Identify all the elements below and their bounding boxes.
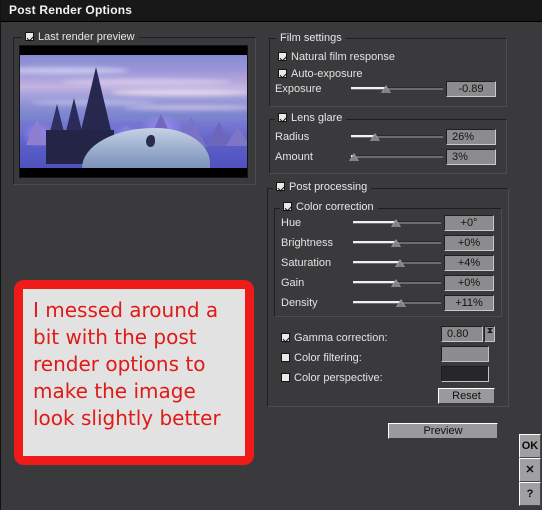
density-value[interactable]: +11% <box>444 295 494 311</box>
preview-foreground-rock-shadow <box>146 135 155 147</box>
natural-film-response-label: Natural film response <box>291 51 395 63</box>
annotation-text: I messed around a bit with the post rend… <box>33 298 221 430</box>
letterbox-bottom <box>20 168 247 177</box>
exposure-label: Exposure <box>275 83 322 95</box>
annotation-callout: I messed around a bit with the post rend… <box>14 280 254 465</box>
hue-label: Hue <box>281 217 302 229</box>
last-render-preview-checkbox[interactable] <box>25 32 34 41</box>
last-render-preview-label: Last render preview <box>38 31 135 43</box>
lens-glare-checkbox[interactable] <box>278 113 287 122</box>
post-render-options-dialog: Post Render Options Last render preview <box>0 0 542 510</box>
last-render-preview-header[interactable]: Last render preview <box>22 30 139 44</box>
preview-button[interactable]: Preview <box>388 423 498 439</box>
gain-slider[interactable] <box>353 276 441 288</box>
hue-value[interactable]: +0° <box>444 215 494 231</box>
help-button[interactable]: ? <box>519 482 541 506</box>
saturation-slider[interactable] <box>353 256 441 268</box>
gain-slider-thumb[interactable] <box>391 279 401 287</box>
color-filtering-swatch[interactable] <box>441 346 489 362</box>
brightness-slider-fill <box>353 241 396 243</box>
color-filtering-row[interactable]: Color filtering: <box>281 348 362 366</box>
lens-glare-label: Lens glare <box>291 112 343 124</box>
brightness-value[interactable]: +0% <box>444 235 494 251</box>
gamma-correction-label: Gamma correction: <box>294 332 388 344</box>
amount-label: Amount <box>275 151 313 163</box>
density-slider-fill <box>353 301 401 303</box>
reset-button[interactable]: Reset <box>438 388 495 404</box>
lens-glare-group <box>269 119 507 174</box>
color-filtering-checkbox[interactable] <box>281 353 290 362</box>
cancel-button[interactable]: ✕ <box>519 458 541 482</box>
post-processing-checkbox[interactable] <box>276 182 285 191</box>
auto-exposure-label: Auto-exposure <box>291 68 363 80</box>
density-slider[interactable] <box>353 296 441 308</box>
radius-slider[interactable] <box>351 130 443 142</box>
hue-slider-fill <box>353 221 396 223</box>
lens-glare-header[interactable]: Lens glare <box>275 111 347 125</box>
window-title-bar: Post Render Options <box>1 0 542 22</box>
post-processing-header[interactable]: Post processing <box>273 180 372 194</box>
exposure-slider-thumb[interactable] <box>381 85 391 93</box>
saturation-value[interactable]: +4% <box>444 255 494 271</box>
saturation-slider-thumb[interactable] <box>395 259 405 267</box>
brightness-slider-thumb[interactable] <box>391 239 401 247</box>
radius-value[interactable]: 26% <box>446 129 496 145</box>
radius-label: Radius <box>275 131 310 143</box>
color-perspective-label: Color perspective: <box>294 372 383 384</box>
brightness-label: Brightness <box>281 237 333 249</box>
saturation-label: Saturation <box>281 257 332 269</box>
natural-film-response-checkbox[interactable] <box>278 52 287 61</box>
auto-exposure-checkbox[interactable] <box>278 69 287 78</box>
render-preview-image[interactable] <box>19 45 248 178</box>
density-slider-thumb[interactable] <box>396 299 406 307</box>
color-perspective-checkbox[interactable] <box>281 373 290 382</box>
gamma-spinner-down-icon[interactable] <box>485 327 494 334</box>
saturation-slider-fill <box>353 261 400 263</box>
amount-slider[interactable] <box>349 150 443 162</box>
natural-film-response-row[interactable]: Natural film response <box>278 47 395 65</box>
film-settings-title: Film settings <box>276 31 346 45</box>
preview-peak-far-left <box>26 119 48 146</box>
preview-peak-right-d <box>226 125 247 146</box>
gamma-correction-checkbox[interactable] <box>281 333 290 342</box>
color-perspective-swatch[interactable] <box>441 366 489 382</box>
hue-slider[interactable] <box>353 216 441 228</box>
annotation-inner: I messed around a bit with the post rend… <box>23 289 245 456</box>
color-correction-label: Color correction <box>296 201 374 213</box>
letterbox-top <box>20 46 247 55</box>
gamma-correction-value[interactable]: 0.80 <box>441 326 483 342</box>
post-processing-label: Post processing <box>289 181 368 193</box>
brightness-slider[interactable] <box>353 236 441 248</box>
gamma-correction-spinner[interactable] <box>484 326 495 342</box>
color-perspective-row[interactable]: Color perspective: <box>281 368 383 386</box>
exposure-slider[interactable] <box>351 82 443 94</box>
gain-label: Gain <box>281 277 305 289</box>
radius-slider-thumb[interactable] <box>370 133 380 141</box>
color-correction-checkbox[interactable] <box>283 202 292 211</box>
gain-value[interactable]: +0% <box>444 275 494 291</box>
amount-value[interactable]: 3% <box>446 149 496 165</box>
color-correction-header[interactable]: Color correction <box>280 200 378 214</box>
exposure-value[interactable]: -0.89 <box>446 81 496 97</box>
auto-exposure-row[interactable]: Auto-exposure <box>278 64 363 82</box>
hue-slider-thumb[interactable] <box>391 219 401 227</box>
amount-slider-track[interactable] <box>351 155 443 158</box>
page-title: Post Render Options <box>9 3 133 17</box>
color-filtering-label: Color filtering: <box>294 352 362 364</box>
preview-cloud-5 <box>124 104 247 110</box>
density-label: Density <box>281 297 318 309</box>
gain-slider-fill <box>353 281 396 283</box>
ok-button[interactable]: OK <box>519 434 541 458</box>
gamma-correction-row[interactable]: Gamma correction: <box>281 328 388 346</box>
amount-slider-thumb[interactable] <box>349 153 359 161</box>
